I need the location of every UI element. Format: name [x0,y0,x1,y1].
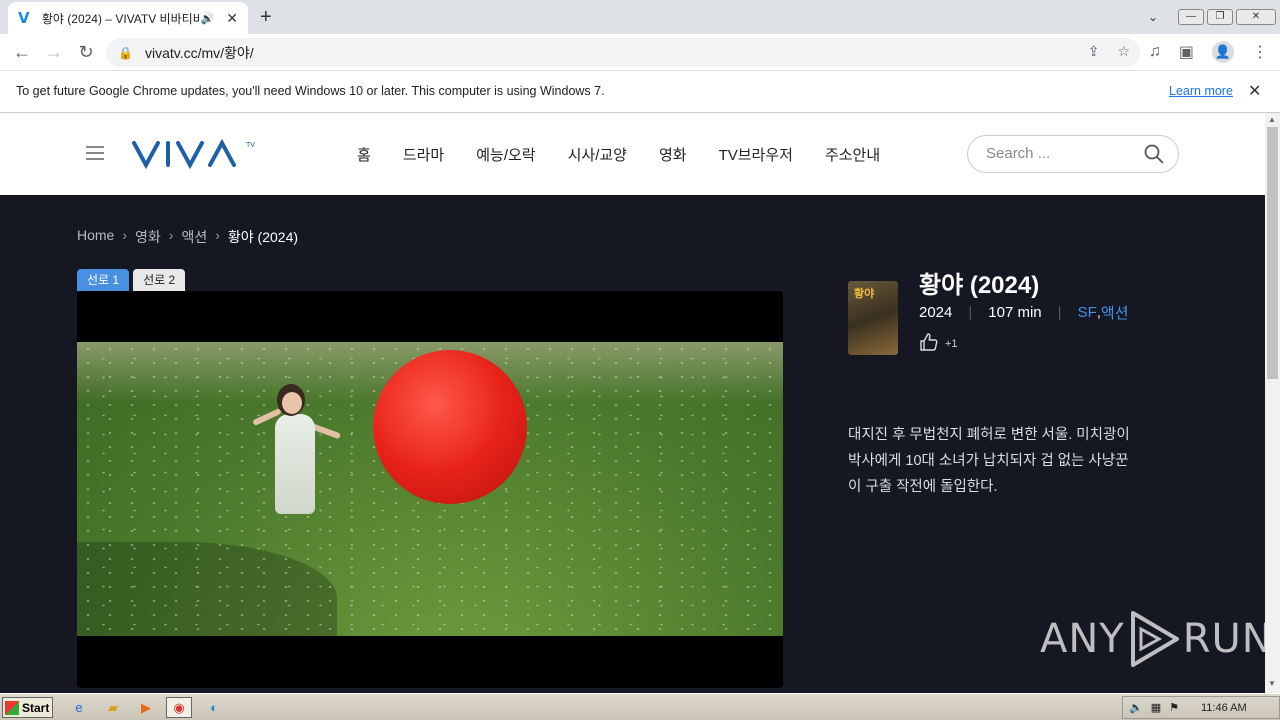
media-control-icon[interactable]: ♫ [1149,43,1161,61]
reload-icon[interactable]: ↻ [76,42,96,63]
close-infobar-icon[interactable]: ✕ [1248,81,1261,101]
menu-item-current-affairs[interactable]: 시사/교양 [568,144,627,165]
browser-toolbar: ← → ↻ 🔒 vivatv.cc/mv/황야/ ⇪ ☆ ♫ ▣ 👤 ⋮ [0,34,1280,71]
forward-icon[interactable]: → [44,42,64,63]
breadcrumb-current: 황야 (2024) [227,229,299,245]
search-box [967,135,1179,173]
minimize-button[interactable]: — [1178,9,1204,25]
menu-item-variety[interactable]: 예능/오락 [476,144,535,165]
scroll-down-icon[interactable]: ▼ [1268,679,1276,688]
side-panel-icon[interactable]: ▣ [1179,42,1194,62]
scroll-up-icon[interactable]: ▲ [1268,115,1276,124]
breadcrumb-separator-icon: › [168,227,174,243]
hamburger-menu-icon[interactable] [86,146,104,164]
scroll-thumb[interactable] [1267,127,1278,379]
lock-icon[interactable]: 🔒 [118,46,133,60]
movie-poster[interactable]: 황야 [848,281,898,355]
anyrun-watermark: ANY RUN [1040,609,1265,669]
menu-item-address-info[interactable]: 주소안내 [825,144,880,165]
bookmark-star-icon[interactable]: ☆ [1117,43,1130,60]
audio-icon[interactable]: 🔊 [201,12,215,25]
genre-action-link[interactable]: 액션 [1101,302,1129,323]
network-icon[interactable]: ▦ [1151,701,1161,714]
menu-kebab-icon[interactable]: ⋮ [1252,42,1268,62]
learn-more-link[interactable]: Learn more [1169,84,1233,98]
infobar-message: To get future Google Chrome updates, you… [16,84,605,98]
server-tabs: 선로 1 선로 2 [77,269,186,291]
server-tab-2[interactable]: 선로 2 [133,269,186,291]
breadcrumb-separator-icon: › [215,227,220,243]
movie-runtime: 107 min [988,304,1042,321]
breadcrumb-action[interactable]: 액션 [181,227,207,247]
update-infobar: To get future Google Chrome updates, you… [0,71,1280,113]
url-text[interactable]: vivatv.cc/mv/황야/ [145,43,254,63]
server-tab-1[interactable]: 선로 1 [77,269,130,291]
file-explorer-icon[interactable]: ▰ [100,697,126,718]
start-button[interactable]: Start [2,697,53,718]
address-bar[interactable]: 🔒 vivatv.cc/mv/황야/ ⇪ ☆ [106,38,1140,67]
new-tab-icon[interactable]: + [260,6,272,29]
windows-logo-icon [5,700,19,715]
web-page: TV 홈 드라마 예능/오락 시사/교양 영화 TV브라우저 주소안내 Home… [0,113,1265,693]
share-icon[interactable]: ⇪ [1088,43,1100,60]
thumbs-up-icon[interactable] [919,332,939,352]
back-icon[interactable]: ← [12,42,32,63]
girl-figure [275,414,315,514]
tab-search-icon[interactable]: ⌄ [1148,10,1158,24]
page-scrollbar[interactable]: ▲ ▼ [1265,113,1280,693]
viva-logo-icon: TV [132,138,255,170]
menu-item-home[interactable]: 홈 [357,144,371,165]
poster-title: 황야 [854,288,875,300]
breadcrumb-home[interactable]: Home [77,227,114,247]
tab-title: 황야 (2024) – VIVATV 비바티비 [41,11,199,26]
windows-taskbar: Start e ▰ ▶ ◉ ◐ 🔈 ▦ ⚑ 11:46 AM [0,693,1280,720]
movie-meta: 2024 | 107 min | SF , 액션 [919,302,1129,323]
close-window-button[interactable]: ✕ [1236,9,1276,25]
menu-item-tv-browser[interactable]: TV브라우저 [719,144,793,165]
like-count: +1 [945,338,958,350]
internet-explorer-icon[interactable]: e [66,697,92,718]
restore-button[interactable]: ❐ [1207,9,1233,25]
search-input[interactable] [986,145,1136,162]
action-center-flag-icon[interactable]: ⚑ [1169,701,1179,714]
menu-item-movies[interactable]: 영화 [659,144,687,165]
play-logo-icon [1130,611,1179,667]
movie-synopsis: 대지진 후 무법천지 폐허로 변한 서울. 미치광이 박사에게 10대 소녀가 … [848,427,1130,495]
browser-tab-bar: V 황야 (2024) – VIVATV 비바티비 🔊 ✕ + ⌄ — ❐ ✕ [0,0,1280,34]
breadcrumb: Home › 영화 › 액션 › 황야 (2024) [77,227,298,247]
chrome-icon[interactable]: ◉ [166,697,192,718]
volume-icon[interactable]: 🔈 [1129,701,1143,714]
video-player[interactable] [77,291,783,688]
red-ball [373,350,527,504]
breadcrumb-separator-icon: › [122,227,128,243]
breadcrumb-movies[interactable]: 영화 [135,227,161,247]
movie-year: 2024 [919,304,953,321]
main-menu: 홈 드라마 예능/오락 시사/교양 영화 TV브라우저 주소안내 [357,144,880,165]
favicon-icon: V [18,9,30,27]
close-tab-icon[interactable]: ✕ [226,10,238,27]
genre-sf-link[interactable]: SF [1078,304,1097,321]
like-widget[interactable]: +1 [919,332,958,352]
profile-icon[interactable]: 👤 [1212,41,1234,63]
movie-title: 황야 (2024) [919,272,1040,299]
svg-text:TV: TV [246,142,255,149]
browser-tab[interactable]: V 황야 (2024) – VIVATV 비바티비 🔊 ✕ [8,2,248,34]
menu-item-drama[interactable]: 드라마 [403,144,444,165]
system-tray: 🔈 ▦ ⚑ 11:46 AM [1122,696,1280,719]
video-frame[interactable] [77,342,783,636]
site-header: TV 홈 드라마 예능/오락 시사/교양 영화 TV브라우저 주소안내 [0,113,1265,195]
search-icon[interactable] [1144,144,1164,164]
media-player-icon[interactable]: ▶ [133,697,159,718]
movie-content: Home › 영화 › 액션 › 황야 (2024) 선로 1 선로 2 황야 … [0,195,1265,693]
edge-icon[interactable]: ◐ [201,697,227,718]
clock[interactable]: 11:46 AM [1201,702,1247,714]
site-logo[interactable]: TV [132,138,258,174]
